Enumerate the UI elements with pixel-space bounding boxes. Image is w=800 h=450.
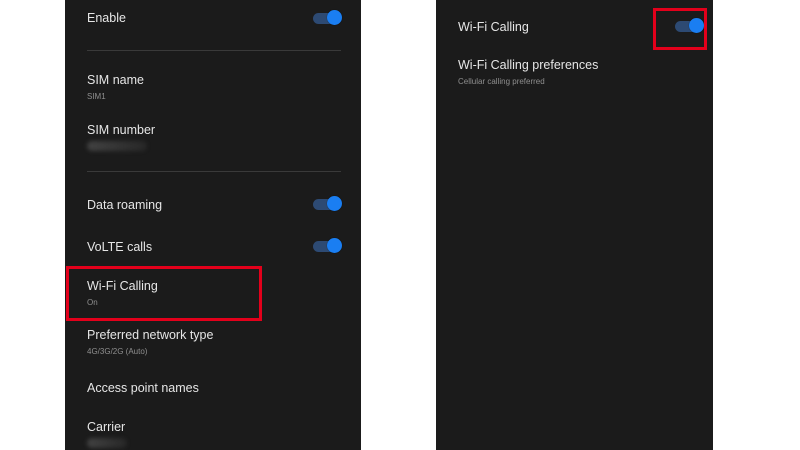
data-roaming-label: Data roaming xyxy=(87,198,163,212)
carrier-row[interactable]: Carrier xyxy=(87,419,341,435)
preferred-network-type-value: 4G/3G/2G (Auto) xyxy=(87,347,148,356)
carrier-label: Carrier xyxy=(87,420,126,434)
toggle-thumb xyxy=(689,18,704,33)
divider xyxy=(87,50,341,51)
preferred-network-type-label: Preferred network type xyxy=(87,328,214,342)
data-roaming-row[interactable]: Data roaming xyxy=(87,197,341,213)
wifi-calling-row[interactable]: Wi-Fi Calling On xyxy=(87,278,341,308)
volte-calls-toggle[interactable] xyxy=(313,238,342,254)
wifi-calling-switch-label: Wi-Fi Calling xyxy=(458,20,529,34)
wifi-calling-toggle[interactable] xyxy=(675,18,704,34)
enable-label: Enable xyxy=(87,11,126,25)
volte-calls-row[interactable]: VoLTE calls xyxy=(87,239,341,255)
volte-calls-label: VoLTE calls xyxy=(87,240,153,254)
sim-settings-screen: Enable SIM name SIM1 SIM number Data roa… xyxy=(65,0,361,450)
wifi-calling-status: On xyxy=(87,298,98,307)
access-point-names-row[interactable]: Access point names xyxy=(87,380,341,396)
wifi-calling-label: Wi-Fi Calling xyxy=(87,279,158,293)
divider xyxy=(87,171,341,172)
access-point-names-label: Access point names xyxy=(87,381,199,395)
wifi-calling-preferences-row[interactable]: Wi-Fi Calling preferences Cellular calli… xyxy=(458,57,693,87)
sim-number-redacted-value xyxy=(87,141,147,151)
sim-number-row[interactable]: SIM number xyxy=(87,122,341,138)
data-roaming-toggle[interactable] xyxy=(313,196,342,212)
toggle-thumb xyxy=(327,238,342,253)
wifi-calling-preferences-label: Wi-Fi Calling preferences xyxy=(458,58,599,72)
enable-row[interactable]: Enable xyxy=(87,10,341,32)
sim-number-label: SIM number xyxy=(87,123,156,137)
enable-toggle[interactable] xyxy=(313,10,342,26)
toggle-thumb xyxy=(327,196,342,211)
wifi-calling-preferences-value: Cellular calling preferred xyxy=(458,77,545,86)
wifi-calling-screen: Wi-Fi Calling Wi-Fi Calling preferences … xyxy=(436,0,713,450)
wifi-calling-switch-row[interactable]: Wi-Fi Calling xyxy=(458,19,693,35)
sim-name-label: SIM name xyxy=(87,73,144,87)
preferred-network-type-row[interactable]: Preferred network type 4G/3G/2G (Auto) xyxy=(87,327,341,357)
sim-name-value: SIM1 xyxy=(87,92,106,101)
toggle-thumb xyxy=(327,10,342,25)
sim-name-row[interactable]: SIM name SIM1 xyxy=(87,72,341,102)
carrier-redacted-value xyxy=(87,438,127,448)
